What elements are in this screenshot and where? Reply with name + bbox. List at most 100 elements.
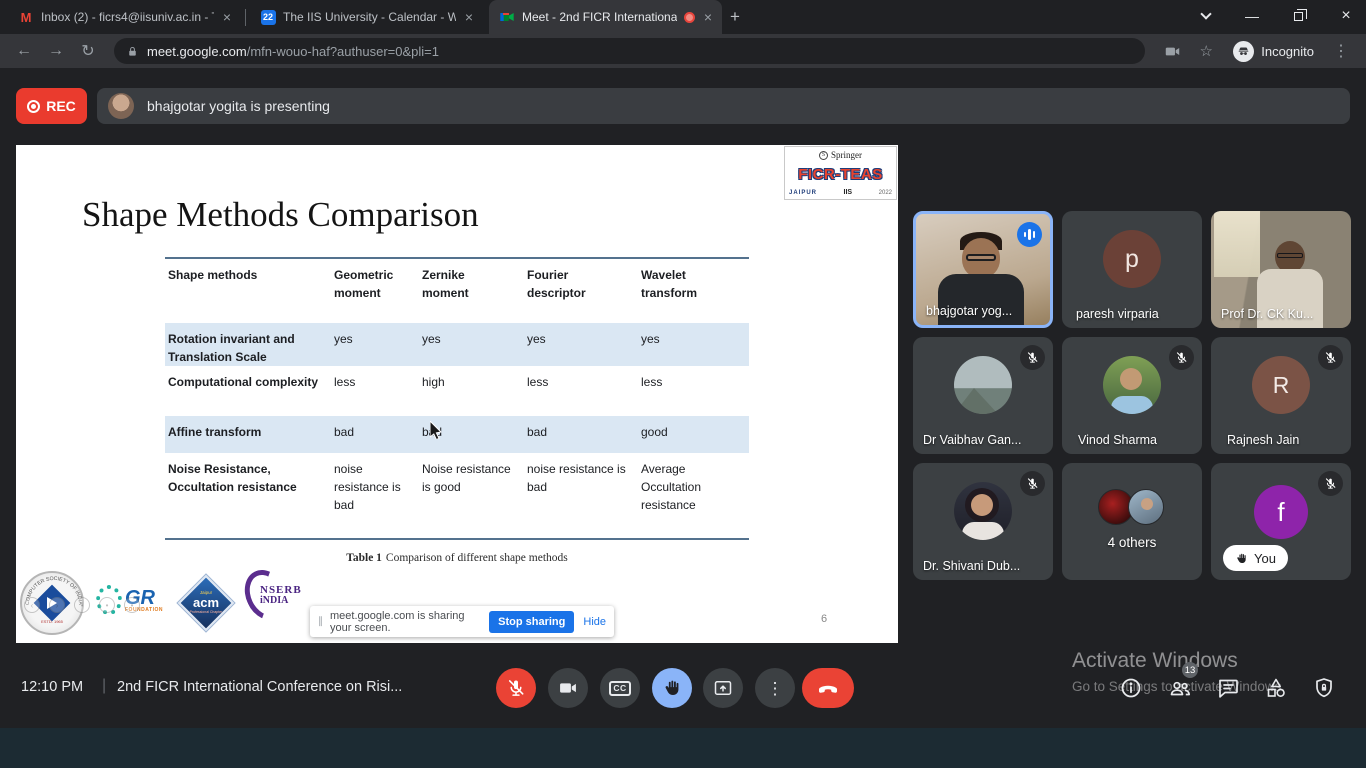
address-bar[interactable]: meet.google.com/mfn-wouo-haf?authuser=0&… xyxy=(114,38,1145,64)
window-minimize-button[interactable]: — xyxy=(1232,0,1272,32)
springer-icon: S xyxy=(819,151,828,160)
presenting-text: bhajgotar yogita is presenting xyxy=(147,98,330,114)
tile-others[interactable]: 4 others xyxy=(1062,463,1202,580)
tab-search-chevron-icon[interactable] xyxy=(1186,0,1226,32)
meeting-title: 2nd FICR International Conference on Ris… xyxy=(117,679,402,695)
slide-page-number: 6 xyxy=(821,613,827,625)
more-icon: ⋮ xyxy=(767,680,784,697)
record-icon xyxy=(27,100,40,113)
presenting-banner: bhajgotar yogita is presenting xyxy=(97,88,1350,124)
incognito-badge: Incognito xyxy=(1225,41,1322,62)
avatar: f xyxy=(1254,485,1308,539)
table-row: Rotation invariant and Translation Scale… xyxy=(165,323,749,366)
tab-recording-indicator-icon xyxy=(684,12,695,23)
screen: M Inbox (2) - ficrs4@iisuniv.ac.in - T ×… xyxy=(0,0,1366,768)
mic-off-icon xyxy=(1020,471,1045,496)
host-controls-button[interactable] xyxy=(1312,676,1336,700)
table-caption: Table 1Comparison of different shape met… xyxy=(165,552,749,564)
hand-raised-badge: You xyxy=(1223,545,1288,571)
tab-title: Inbox (2) - ficrs4@iisuniv.ac.in - T xyxy=(41,10,214,24)
tile-bhajgotar[interactable]: bhajgotar yog... xyxy=(913,211,1053,328)
mic-off-icon xyxy=(1318,471,1343,496)
tile-vaibhav[interactable]: Dr Vaibhav Gan... xyxy=(913,337,1053,454)
raise-hand-button[interactable] xyxy=(652,668,692,708)
close-icon[interactable]: × xyxy=(702,10,714,24)
tile-vinod[interactable]: Vinod Sharma xyxy=(1062,337,1202,454)
tile-rajnesh[interactable]: R Rajnesh Jain xyxy=(1211,337,1351,454)
browser-tab-strip: M Inbox (2) - ficrs4@iisuniv.ac.in - T ×… xyxy=(0,0,1366,34)
tab-title: Meet - 2nd FICR Internationa xyxy=(522,10,677,24)
more-options-button[interactable]: ⋮ xyxy=(755,668,795,708)
camera-permission-icon[interactable] xyxy=(1157,43,1187,60)
slideshow-prev-button[interactable]: ‹ xyxy=(24,597,40,613)
drag-handle-icon[interactable]: ∥ xyxy=(318,616,323,627)
table-header-row: Shape methods Geometric moment Zernike m… xyxy=(165,259,749,323)
calendar-icon: 22 xyxy=(260,9,276,25)
close-icon[interactable]: × xyxy=(463,10,475,24)
avatar xyxy=(954,482,1012,540)
activities-button[interactable] xyxy=(1264,676,1288,700)
hide-button[interactable]: Hide xyxy=(583,616,606,628)
chat-button[interactable] xyxy=(1216,676,1240,700)
stop-sharing-button[interactable]: Stop sharing xyxy=(489,611,574,633)
ficr-teas-logo: SSpringer FICR-TEAS JAIPURIIS2022 xyxy=(784,146,897,200)
camera-toggle-button[interactable] xyxy=(548,668,588,708)
slideshow-nav-controls: ‹ › • • • xyxy=(24,597,140,613)
present-button[interactable] xyxy=(703,668,743,708)
slide-title: Shape Methods Comparison xyxy=(82,195,479,235)
tile-shivani[interactable]: Dr. Shivani Dub... xyxy=(913,463,1053,580)
screen-share-toast: ∥ meet.google.com is sharing your screen… xyxy=(310,606,614,637)
table-row: Computational complexity less high less … xyxy=(165,366,749,416)
toast-message: meet.google.com is sharing your screen. xyxy=(330,610,482,634)
new-tab-button[interactable]: + xyxy=(730,7,740,27)
leave-call-button[interactable] xyxy=(802,668,854,708)
participants-button[interactable] xyxy=(1168,676,1192,700)
tab-calendar[interactable]: 22 The IIS University - Calendar - We × xyxy=(250,0,483,34)
url-path: /mfn-wouo-haf?authuser=0&pli=1 xyxy=(247,44,439,59)
url-domain: meet.google.com xyxy=(147,44,247,59)
mouse-cursor xyxy=(430,421,448,439)
tile-prof-ck[interactable]: Prof Dr. CK Ku... xyxy=(1211,211,1351,328)
slideshow-zoom-button[interactable]: • xyxy=(124,597,140,613)
table-row: Affine transform bad bad bad good xyxy=(165,416,749,453)
bookmark-star-icon[interactable]: ☆ xyxy=(1191,42,1221,60)
windows-taskbar: W X P Ps ? 18°C ENG IN 12:10 PM 1/8/2022 xyxy=(0,728,1366,768)
tab-gmail[interactable]: M Inbox (2) - ficrs4@iisuniv.ac.in - T × xyxy=(8,0,241,34)
mic-off-icon xyxy=(1020,345,1045,370)
close-icon[interactable]: × xyxy=(221,10,233,24)
divider: | xyxy=(102,677,106,695)
mic-toggle-button[interactable] xyxy=(496,668,536,708)
captions-button[interactable]: CC xyxy=(600,668,640,708)
avatar xyxy=(954,356,1012,414)
tab-title: The IIS University - Calendar - We xyxy=(283,10,456,24)
gmail-icon: M xyxy=(18,9,34,25)
slideshow-next-button[interactable]: › xyxy=(49,597,65,613)
speaking-indicator-icon xyxy=(1017,222,1042,247)
meeting-clock: 12:10 PM xyxy=(21,679,83,695)
cc-icon: CC xyxy=(609,681,631,696)
browser-menu-icon[interactable]: ⋮ xyxy=(1326,41,1356,61)
slideshow-slides-button[interactable]: • xyxy=(99,597,115,613)
nserb-india-logo: NSERBiNDIA xyxy=(246,569,302,621)
reload-button[interactable]: ↻ xyxy=(74,41,102,61)
window-close-button[interactable]: × xyxy=(1326,0,1366,32)
shared-slide: SSpringer FICR-TEAS JAIPURIIS2022 Shape … xyxy=(16,145,898,643)
meeting-details-button[interactable] xyxy=(1119,676,1143,700)
tab-separator xyxy=(245,9,246,26)
browser-toolbar: ← → ↻ meet.google.com/mfn-wouo-haf?authu… xyxy=(0,34,1366,68)
back-button[interactable]: ← xyxy=(10,42,38,60)
mic-off-icon xyxy=(1318,345,1343,370)
tab-meet-active[interactable]: Meet - 2nd FICR Internationa × xyxy=(489,0,722,34)
avatar: p xyxy=(1103,230,1161,288)
window-restore-button[interactable] xyxy=(1278,0,1318,32)
tile-paresh[interactable]: p paresh virparia xyxy=(1062,211,1202,328)
avatar xyxy=(1128,489,1164,525)
tile-you[interactable]: f You xyxy=(1211,463,1351,580)
participant-count-badge: 13 xyxy=(1182,662,1198,678)
lock-icon xyxy=(126,45,139,58)
slide-table: Shape methods Geometric moment Zernike m… xyxy=(165,257,749,540)
hand-icon xyxy=(1235,552,1248,565)
mic-off-icon xyxy=(1169,345,1194,370)
slideshow-pen-button[interactable]: • xyxy=(74,597,90,613)
forward-button[interactable]: → xyxy=(42,42,70,60)
